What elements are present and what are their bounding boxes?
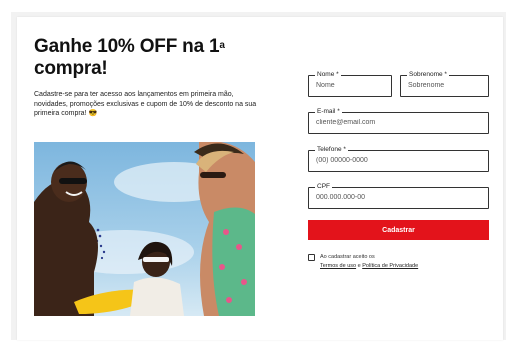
page-title: Ganhe 10% OFF na 1a compra!: [34, 36, 264, 80]
sobrenome-field: Sobrenome *: [400, 71, 489, 97]
cpf-field: CPF: [308, 183, 489, 209]
cpf-input[interactable]: [316, 194, 469, 201]
sobrenome-label: Sobrenome *: [407, 71, 449, 79]
signup-card: Ganhe 10% OFF na 1a compra! Cadastre-se …: [17, 17, 503, 340]
title-ordinal: a: [219, 40, 225, 51]
terms-link[interactable]: Termos de uso: [320, 263, 356, 269]
consent-text: Ao cadastrar aceito os Termos de uso e P…: [320, 253, 480, 271]
consent-checkbox[interactable]: [308, 254, 315, 261]
nome-field: Nome *: [308, 71, 392, 97]
email-label: E-mail *: [315, 108, 342, 116]
email-input[interactable]: [316, 119, 469, 126]
signup-description: Cadastre-se para ter acesso aos lançamen…: [34, 91, 257, 117]
nome-label: Nome *: [315, 71, 341, 79]
privacy-link[interactable]: Política de Privacidade: [362, 263, 418, 269]
sobrenome-input[interactable]: [408, 82, 482, 89]
title-end: compra!: [34, 58, 108, 79]
title-main: Ganhe 10% OFF na 1: [34, 36, 220, 57]
telefone-label: Telefone *: [315, 146, 348, 154]
telefone-field: Telefone *: [308, 146, 489, 172]
cadastrar-button[interactable]: Cadastrar: [308, 220, 489, 240]
cpf-label: CPF: [315, 183, 332, 191]
email-field: E-mail *: [308, 108, 489, 134]
promo-photo: [34, 142, 255, 316]
consent-prefix: Ao cadastrar aceito os: [320, 254, 375, 260]
consent-and: e: [357, 263, 361, 269]
telefone-input[interactable]: [316, 157, 469, 164]
nome-input[interactable]: [316, 82, 386, 89]
